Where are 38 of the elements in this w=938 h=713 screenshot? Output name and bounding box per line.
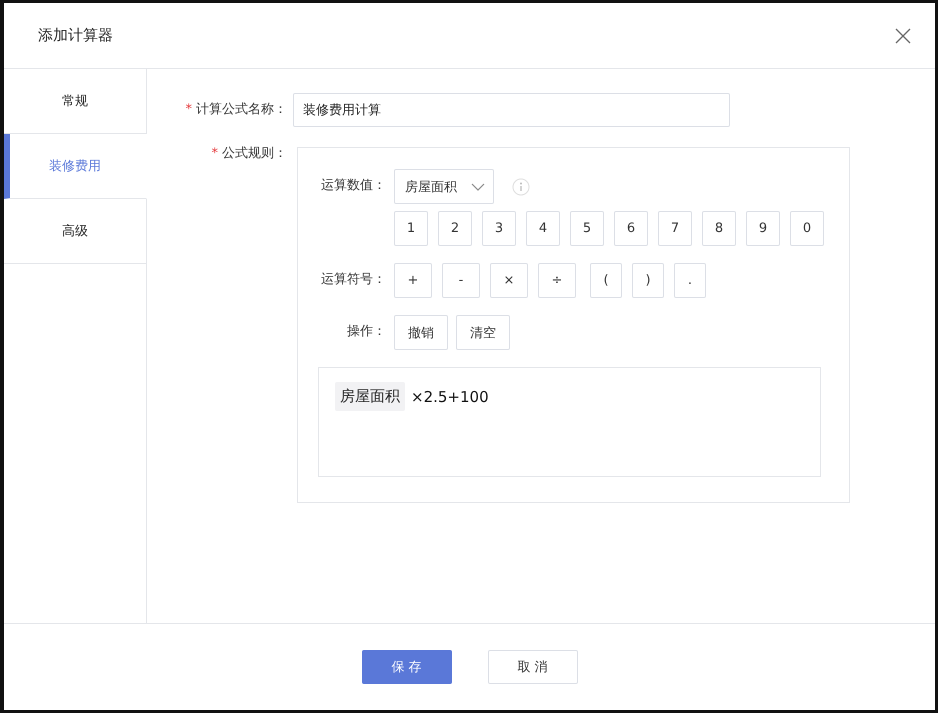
field-label: 公式规则： xyxy=(222,146,287,161)
digit-key[interactable]: 8 xyxy=(702,211,736,246)
value-dropdown[interactable]: 房屋面积 xyxy=(394,169,494,204)
digit-key[interactable]: 3 xyxy=(482,211,516,246)
operator-key[interactable]: × xyxy=(490,263,528,298)
action-button[interactable]: 撤销 xyxy=(394,315,448,350)
digit-key[interactable]: 9 xyxy=(746,211,780,246)
sidebar-tab[interactable]: 装修费用 xyxy=(4,134,147,199)
required-mark: * xyxy=(186,102,192,117)
row-label: 运算符号： xyxy=(320,271,386,289)
chevron-down-icon xyxy=(471,182,485,190)
field-label: 计算公式名称： xyxy=(196,102,287,117)
digit-key[interactable]: 1 xyxy=(394,211,428,246)
required-mark: * xyxy=(212,146,218,161)
row-label: 运算数值： xyxy=(320,177,386,195)
action-button[interactable]: 清空 xyxy=(456,315,510,350)
cancel-button[interactable]: 取 消 xyxy=(488,650,578,684)
operator-key[interactable]: - xyxy=(442,263,480,298)
sidebar-tab[interactable]: 高级 xyxy=(4,199,146,264)
digit-key[interactable]: 0 xyxy=(790,211,824,246)
digit-key[interactable]: 7 xyxy=(658,211,692,246)
operator-key[interactable]: ( xyxy=(590,263,622,298)
row-label: 操作： xyxy=(346,323,386,341)
operator-key[interactable]: ÷ xyxy=(538,263,576,298)
expression-box[interactable]: 房屋面积 ×2.5+100 xyxy=(318,367,821,477)
value-token: 房屋面积 xyxy=(335,382,405,411)
save-button[interactable]: 保 存 xyxy=(362,650,452,684)
digit-key[interactable]: 6 xyxy=(614,211,648,246)
digit-key[interactable]: 4 xyxy=(526,211,560,246)
close-icon[interactable] xyxy=(895,28,911,44)
expression-text: ×2.5+100 xyxy=(411,387,489,408)
digit-key[interactable]: 5 xyxy=(570,211,604,246)
digit-key[interactable]: 2 xyxy=(438,211,472,246)
operator-key[interactable]: + xyxy=(394,263,432,298)
formula-name-field[interactable]: 装修费用计算 xyxy=(293,93,730,127)
operator-key[interactable]: . xyxy=(674,263,706,298)
window-title: 添加计算器 xyxy=(38,26,113,45)
operator-key[interactable]: ) xyxy=(632,263,664,298)
